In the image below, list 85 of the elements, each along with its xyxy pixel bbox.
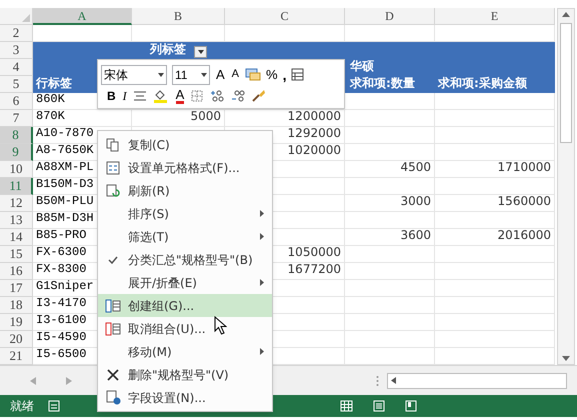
row-header[interactable]: 16 (0, 263, 33, 280)
row-header[interactable]: 18 (0, 297, 33, 314)
center-align-icon[interactable] (134, 90, 146, 100)
normal-view-icon[interactable] (340, 400, 353, 412)
scroll-up-icon[interactable] (562, 11, 570, 17)
table-cell: 3600 (345, 229, 435, 246)
row-header[interactable]: 20 (0, 331, 33, 348)
conditional-format-icon[interactable] (245, 68, 262, 81)
delete-x-icon (107, 368, 119, 380)
horizontal-scrollbar[interactable] (387, 372, 567, 388)
decrease-font-button[interactable]: A (230, 69, 240, 80)
increase-decimal-icon[interactable] (210, 90, 224, 102)
row-header[interactable]: 15 (0, 246, 33, 263)
group-icon (105, 298, 121, 312)
row-header[interactable]: 17 (0, 280, 33, 297)
column-header[interactable]: D (345, 8, 435, 25)
submenu-arrow-icon (260, 210, 264, 217)
borders-icon[interactable] (191, 90, 204, 102)
comma-style-button[interactable]: , (282, 68, 286, 82)
pivot-header-cell: 求和项:采购金额 (435, 76, 555, 93)
submenu-arrow-icon (260, 233, 264, 240)
row-header[interactable]: 13 (0, 212, 33, 229)
status-text: 就绪 (10, 398, 34, 415)
menu-item[interactable]: 字段设置(N)... (98, 386, 272, 409)
submenu-arrow-icon (260, 279, 264, 286)
font-color-button[interactable]: A (176, 88, 184, 104)
format-painter-icon[interactable] (252, 89, 266, 102)
page-layout-icon[interactable] (373, 400, 385, 412)
submenu-arrow-icon (260, 348, 264, 355)
table-format-icon[interactable] (291, 68, 304, 81)
row-header[interactable]: 9 (0, 144, 33, 161)
row-header[interactable]: 10 (0, 161, 33, 178)
percent-button[interactable]: % (266, 68, 278, 81)
decrease-decimal-icon[interactable] (231, 90, 246, 102)
table-cell: 1560000 (435, 195, 555, 212)
row-header[interactable]: 3 (0, 42, 33, 59)
table-cell: 1200000 (225, 110, 345, 127)
field-settings-icon (106, 390, 120, 405)
row-header[interactable]: 5 (0, 76, 33, 93)
increase-font-button[interactable]: A (215, 68, 226, 81)
row-header[interactable]: 11 (0, 178, 33, 195)
row-header[interactable]: 19 (0, 314, 33, 331)
scroll-down-icon[interactable] (562, 356, 570, 362)
refresh-icon (106, 184, 120, 198)
scroll-thumb[interactable] (560, 23, 572, 143)
table-cell: 4500 (345, 161, 435, 178)
row-header[interactable]: 6 (0, 93, 33, 110)
caret-icon (201, 72, 207, 76)
page-break-icon[interactable] (405, 400, 417, 412)
pivot-label: 列标签 (150, 41, 186, 58)
fill-color-icon[interactable] (152, 88, 169, 102)
row-header[interactable]: 8 (0, 127, 33, 144)
row-header[interactable]: 4 (0, 59, 33, 76)
caret-icon (158, 72, 164, 76)
filter-dropdown-button[interactable] (194, 46, 207, 58)
table-cell: 1710000 (435, 161, 555, 178)
table-cell: 5000 (132, 110, 225, 127)
pivot-header-cell: 华硕 (345, 59, 435, 76)
table-cell: 3000 (345, 195, 435, 212)
menu-item[interactable]: 创建组(G)... (98, 294, 272, 317)
column-header[interactable]: B (132, 8, 225, 25)
mouse-pointer-icon (214, 316, 227, 335)
pivot-header-cell: 求和项:数量 (345, 76, 435, 93)
split-handle-icon[interactable] (376, 374, 379, 386)
column-header[interactable]: C (225, 8, 345, 25)
menu-item[interactable]: 删除"规格型号"(V) (98, 363, 272, 386)
column-header[interactable]: E (435, 8, 555, 25)
row-header[interactable]: 7 (0, 110, 33, 127)
column-header[interactable]: A (33, 8, 132, 25)
row-header[interactable]: 21 (0, 348, 33, 365)
copy-icon (106, 138, 120, 152)
font-size-dropdown[interactable]: 11 (172, 64, 210, 84)
table-cell: 2016000 (435, 229, 555, 246)
table-cell: 870K (33, 110, 132, 127)
vertical-scrollbar[interactable] (557, 8, 575, 365)
scroll-left-icon[interactable] (391, 377, 396, 384)
font-dropdown[interactable]: 宋体 (101, 64, 167, 84)
ungroup-icon (105, 322, 121, 336)
row-header[interactable]: 2 (0, 25, 33, 42)
caret-icon (198, 50, 204, 54)
format-cells-icon (106, 160, 120, 174)
check-icon (108, 256, 118, 264)
macro-record-icon[interactable] (48, 400, 60, 412)
row-header[interactable]: 12 (0, 195, 33, 212)
row-header[interactable]: 14 (0, 229, 33, 246)
